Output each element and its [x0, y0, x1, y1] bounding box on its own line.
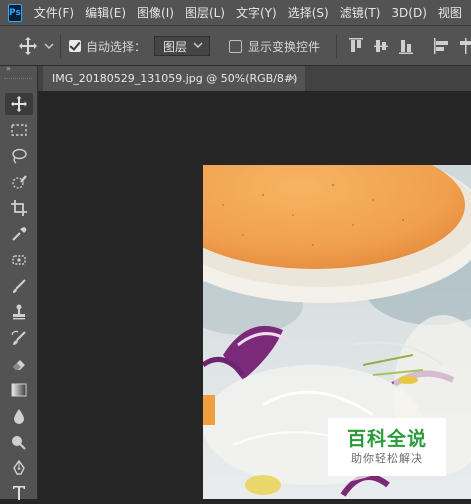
document-tab[interactable]: IMG_20180529_131059.jpg @ 50%(RGB/8#) × [43, 66, 305, 91]
menu-edit[interactable]: 编辑(E) [85, 4, 126, 21]
menu-3d[interactable]: 3D(D) [391, 6, 426, 20]
options-divider [336, 34, 337, 58]
show-transform-controls-checkbox[interactable]: 显示变换控件 [229, 26, 320, 66]
type-icon[interactable] [5, 482, 33, 504]
align-horizontal-centers-icon[interactable] [458, 37, 471, 55]
auto-select-label: 自动选择： [86, 39, 147, 54]
preset-chevron-down-icon[interactable] [44, 26, 54, 66]
dodge-icon[interactable] [5, 431, 33, 453]
watermark-subtitle: 助你轻松解决 [351, 452, 423, 465]
spot-healing-brush-icon[interactable] [5, 249, 33, 271]
watermark-title: 百科全说 [346, 428, 427, 450]
options-bar: 自动选择： 图层 显示变换控件 [0, 26, 471, 66]
lasso-icon[interactable] [5, 145, 33, 167]
options-divider [60, 34, 61, 58]
collapse-panel-icon[interactable]: » [6, 64, 11, 73]
blur-icon[interactable] [5, 405, 33, 427]
rectangular-marquee-icon[interactable] [5, 119, 33, 141]
brush-icon[interactable] [5, 275, 33, 297]
watermark-badge: 百科全说 助你轻松解决 [328, 418, 446, 476]
chevron-down-icon [193, 40, 203, 53]
menu-select[interactable]: 选择(S) [288, 4, 329, 21]
move-tool-icon[interactable] [5, 93, 33, 115]
close-icon[interactable]: × [288, 71, 297, 84]
checkbox-unchecked-icon [229, 39, 242, 53]
photoshop-logo[interactable]: Ps [8, 3, 22, 22]
menu-type[interactable]: 文字(Y) [236, 4, 277, 21]
document-tab-title: IMG_20180529_131059.jpg @ 50%(RGB/8#) [52, 72, 298, 85]
quick-selection-icon[interactable] [5, 171, 33, 193]
gradient-icon[interactable] [5, 379, 33, 401]
show-transform-label: 显示变换控件 [248, 39, 321, 54]
pen-icon[interactable] [5, 457, 33, 479]
align-top-edges-icon[interactable] [348, 37, 364, 55]
eyedropper-icon[interactable] [5, 223, 33, 245]
menu-layer[interactable]: 图层(L) [185, 4, 225, 21]
tools-panel: » [0, 64, 38, 500]
eraser-icon[interactable] [5, 353, 33, 375]
menu-file[interactable]: 文件(F) [34, 4, 74, 21]
align-vertical-centers-icon[interactable] [373, 37, 389, 55]
document-tab-bar: IMG_20180529_131059.jpg @ 50%(RGB/8#) × [38, 66, 471, 91]
menu-image[interactable]: 图像(I) [137, 4, 174, 21]
auto-select-target-dropdown[interactable]: 图层 [154, 36, 210, 56]
menu-view[interactable]: 视图 [438, 4, 462, 21]
history-brush-icon[interactable] [5, 327, 33, 349]
auto-select-target-value: 图层 [163, 39, 188, 54]
crop-icon[interactable] [5, 197, 33, 219]
panel-grip[interactable] [4, 78, 32, 82]
menu-filter[interactable]: 滤镜(T) [340, 4, 381, 21]
align-bottom-edges-icon[interactable] [398, 37, 414, 55]
move-tool-preset-icon[interactable] [18, 26, 38, 66]
menu-bar: Ps 文件(F) 编辑(E) 图像(I) 图层(L) 文字(Y) 选择(S) 滤… [0, 0, 471, 26]
auto-select-checkbox[interactable]: 自动选择： [69, 26, 146, 66]
align-left-edges-icon[interactable] [433, 37, 449, 55]
checkbox-checked-icon [69, 40, 81, 52]
clone-stamp-icon[interactable] [5, 301, 33, 323]
